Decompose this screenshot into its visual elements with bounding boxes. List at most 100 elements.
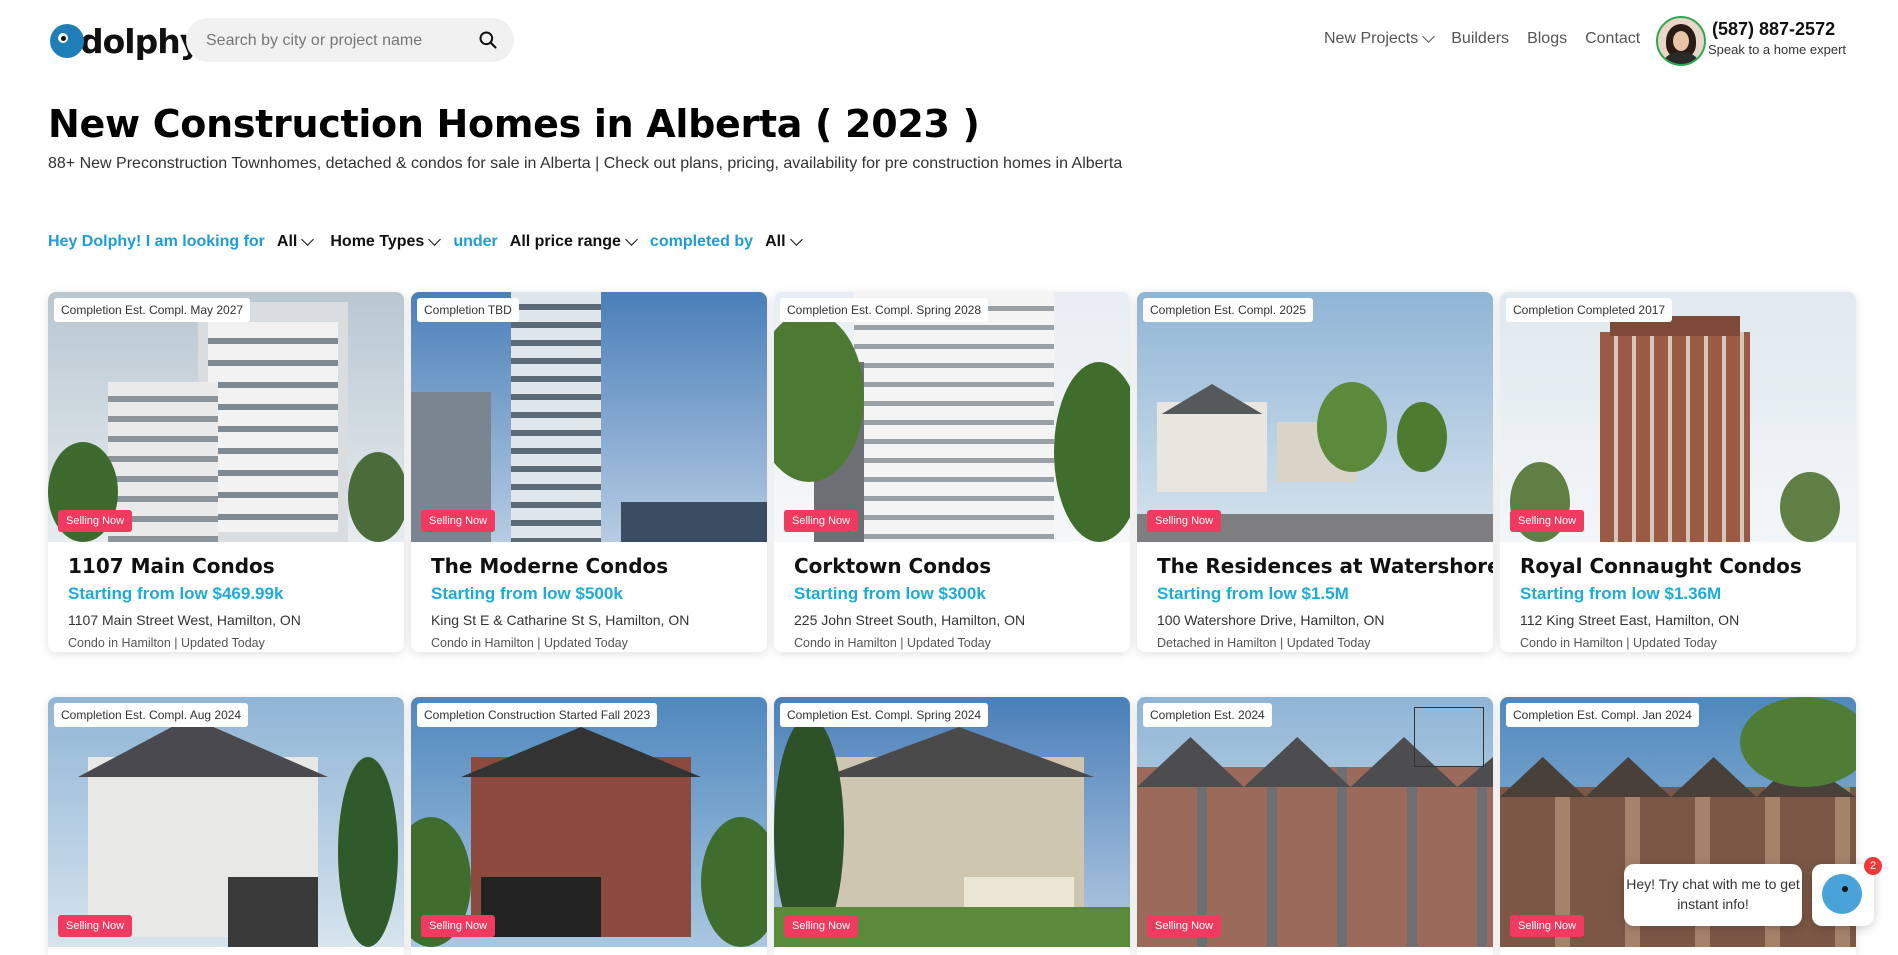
project-card[interactable]: Completion Est. 2024 Selling Now — [1137, 697, 1493, 955]
logo-text: dolphy — [80, 21, 201, 61]
main-nav: New Projects Builders Blogs Contact — [1324, 30, 1640, 48]
project-address: 1107 Main Street West, Hamilton, ON — [68, 612, 301, 628]
dolphin-chat-icon — [1822, 874, 1862, 914]
project-address: King St E & Catharine St S, Hamilton, ON — [431, 612, 690, 628]
card-body: Corktown Condos Starting from low $300k … — [774, 542, 1130, 652]
selling-now-badge: Selling Now — [58, 510, 133, 532]
project-meta: Condo in Hamilton | Updated Today — [1520, 636, 1717, 650]
chevron-down-icon — [1422, 30, 1436, 43]
search-input[interactable] — [204, 18, 468, 64]
chevron-down-icon — [789, 233, 803, 246]
project-card[interactable]: Completion Est. Compl. Spring 2024 Selli… — [774, 697, 1130, 955]
phone-number[interactable]: (587) 887-2572 — [1712, 19, 1835, 40]
project-address: 225 John Street South, Hamilton, ON — [794, 612, 1026, 628]
project-image[interactable]: Completion Est. Compl. Spring 2024 Selli… — [774, 697, 1130, 947]
filter-prefix: Hey Dolphy! I am looking for — [48, 233, 265, 250]
page-title: New Construction Homes in Alberta ( 2023… — [48, 102, 980, 146]
nav-blogs[interactable]: Blogs — [1527, 30, 1567, 48]
filter-home-types-label: Home Types — [330, 233, 425, 250]
selling-now-badge: Selling Now — [784, 510, 859, 532]
selling-now-badge: Selling Now — [1147, 510, 1222, 532]
project-price: Starting from low $1.5M — [1157, 584, 1349, 603]
selling-now-badge: Selling Now — [1510, 915, 1585, 937]
project-card[interactable]: Completion Est. Compl. May 2027 Selling … — [48, 292, 404, 652]
filter-completed-dropdown[interactable]: All — [765, 233, 803, 251]
project-price: Starting from low $1.36M — [1520, 584, 1722, 603]
project-image[interactable]: Completion Est. Compl. 2025 Selling Now — [1137, 292, 1493, 542]
project-image[interactable]: Completion Est. Compl. May 2027 Selling … — [48, 292, 404, 542]
nav-new-projects-label: New Projects — [1324, 30, 1419, 47]
agent-avatar — [1656, 16, 1706, 66]
project-price: Starting from low $500k — [431, 584, 623, 603]
filter-completed-label: completed by — [649, 233, 754, 250]
selling-now-badge: Selling Now — [58, 915, 133, 937]
selling-now-badge: Selling Now — [421, 510, 496, 532]
completion-badge: Completion Est. Compl. Spring 2024 — [780, 703, 989, 727]
nav-builders[interactable]: Builders — [1451, 30, 1509, 48]
project-card[interactable]: Completion Est. Compl. 2025 Selling Now … — [1137, 292, 1493, 652]
project-card[interactable]: Completion Completed 2017 Selling Now Ro… — [1500, 292, 1856, 652]
card-body: The Moderne Condos Starting from low $50… — [411, 542, 767, 652]
filter-completed-value: All — [765, 233, 786, 250]
project-image[interactable]: Completion Est. Compl. Spring 2028 Selli… — [774, 292, 1130, 542]
project-card[interactable]: Completion Est. Compl. Aug 2024 Selling … — [48, 697, 404, 955]
search-icon[interactable] — [478, 30, 498, 50]
project-title[interactable]: Corktown Condos — [794, 554, 1110, 578]
project-meta: Condo in Hamilton | Updated Today — [794, 636, 991, 650]
chevron-down-icon — [428, 233, 442, 246]
chat-prompt-bubble[interactable]: Hey! Try chat with me to get instant inf… — [1624, 864, 1802, 926]
search-bar — [186, 18, 514, 64]
project-image[interactable]: Completion TBD Selling Now — [411, 292, 767, 542]
filter-under-label: under — [453, 233, 498, 250]
filter-row: Hey Dolphy! I am looking for All Home Ty… — [48, 233, 803, 251]
project-meta: Condo in Hamilton | Updated Today — [431, 636, 628, 650]
project-image[interactable]: Completion Construction Started Fall 202… — [411, 697, 767, 947]
project-card[interactable]: Completion Est. Compl. Spring 2028 Selli… — [774, 292, 1130, 652]
completion-badge: Completion Est. Compl. May 2027 — [54, 298, 251, 322]
card-body: Royal Connaught Condos Starting from low… — [1500, 542, 1856, 652]
nav-contact[interactable]: Contact — [1585, 30, 1640, 48]
project-card[interactable]: Completion TBD Selling Now The Moderne C… — [411, 292, 767, 652]
phone-contact[interactable]: (587) 887-2572 Speak to a home expert — [1656, 16, 1876, 66]
project-title[interactable]: Royal Connaught Condos — [1520, 554, 1836, 578]
chevron-down-icon — [625, 233, 638, 246]
chat-launcher-button[interactable] — [1812, 864, 1874, 926]
project-image[interactable]: Completion Est. Compl. Aug 2024 Selling … — [48, 697, 404, 947]
completion-badge: Completion Est. Compl. Spring 2028 — [780, 298, 989, 322]
completion-badge: Completion Est. Compl. Aug 2024 — [54, 703, 249, 727]
completion-badge: Completion Completed 2017 — [1506, 298, 1673, 322]
selling-now-badge: Selling Now — [1147, 915, 1222, 937]
project-price: Starting from low $469.99k — [68, 584, 284, 603]
dolphin-logo-icon — [50, 24, 84, 58]
filter-price-value: All price range — [509, 233, 621, 250]
filter-price-dropdown[interactable]: All price range — [509, 233, 638, 251]
project-card[interactable]: Completion Construction Started Fall 202… — [411, 697, 767, 955]
project-title[interactable]: The Moderne Condos — [431, 554, 747, 578]
completion-badge: Completion Construction Started Fall 202… — [417, 703, 658, 727]
completion-badge: Completion Est. Compl. 2025 — [1143, 298, 1314, 322]
project-image[interactable]: Completion Est. 2024 Selling Now — [1137, 697, 1493, 947]
filter-home-types-dropdown[interactable]: Home Types — [330, 233, 442, 251]
phone-subtext: Speak to a home expert — [1708, 42, 1847, 57]
completion-badge: Completion Est. 2024 — [1143, 703, 1272, 727]
dolphy-logo[interactable]: dolphy — [50, 18, 201, 64]
project-meta: Condo in Hamilton | Updated Today — [68, 636, 265, 650]
unread-count-badge: 2 — [1864, 857, 1882, 875]
chevron-down-icon — [301, 233, 315, 246]
project-address: 112 King Street East, Hamilton, ON — [1520, 612, 1740, 628]
selling-now-badge: Selling Now — [1510, 510, 1585, 532]
project-meta: Detached in Hamilton | Updated Today — [1157, 636, 1371, 650]
filter-type-dropdown[interactable]: All — [276, 233, 315, 251]
project-address: 100 Watershore Drive, Hamilton, ON — [1157, 612, 1385, 628]
filter-type-value: All — [276, 233, 298, 250]
project-price: Starting from low $300k — [794, 584, 986, 603]
card-body: The Residences at Watershore Starting fr… — [1137, 542, 1493, 652]
page-subtitle: 88+ New Preconstruction Townhomes, detac… — [48, 155, 1123, 172]
nav-new-projects[interactable]: New Projects — [1324, 30, 1436, 48]
site-header: dolphy New Projects Builders Blogs Conta… — [0, 0, 1898, 80]
project-image[interactable]: Completion Completed 2017 Selling Now — [1500, 292, 1856, 542]
selling-now-badge: Selling Now — [784, 915, 859, 937]
project-title[interactable]: 1107 Main Condos — [68, 554, 384, 578]
project-title[interactable]: The Residences at Watershore — [1157, 554, 1493, 578]
card-body: 1107 Main Condos Starting from low $469.… — [48, 542, 404, 652]
